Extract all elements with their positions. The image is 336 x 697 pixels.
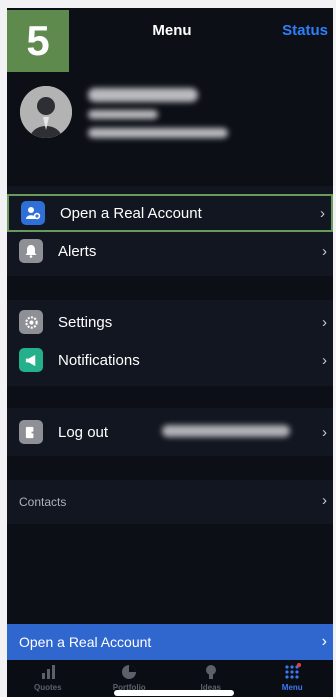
avatar[interactable]	[20, 86, 72, 138]
logout-icon	[19, 420, 43, 444]
tab-menu[interactable]: Menu	[252, 660, 334, 697]
bell-icon	[19, 239, 43, 263]
step-badge: 5	[7, 10, 69, 72]
bar-chart-icon	[41, 665, 55, 679]
person-silhouette-icon	[20, 86, 72, 138]
chevron-right-icon: ›	[322, 351, 327, 369]
chevron-right-icon: ›	[322, 492, 327, 509]
gear-icon	[19, 310, 43, 334]
logout-label: Log out	[58, 423, 109, 441]
settings-row[interactable]: Settings ›	[7, 303, 333, 341]
account-email-redacted	[162, 425, 290, 437]
chevron-right-icon: ›	[321, 633, 327, 650]
tab-quotes-label: Quotes	[33, 683, 62, 692]
open-real-account-banner[interactable]: Open a Real Account ›	[7, 624, 333, 660]
settings-label: Settings	[58, 313, 113, 331]
chevron-right-icon: ›	[322, 242, 327, 260]
chevron-right-icon: ›	[322, 313, 327, 331]
open-real-account-label: Open a Real Account	[60, 204, 202, 222]
alerts-label: Alerts	[58, 242, 97, 260]
logout-row[interactable]: Log out ›	[7, 413, 333, 451]
chevron-right-icon: ›	[320, 204, 325, 222]
contacts-label[interactable]: Contacts	[19, 495, 66, 509]
status-link[interactable]: Status	[282, 22, 328, 39]
grid-icon	[285, 663, 302, 679]
alerts-row[interactable]: Alerts ›	[7, 232, 333, 270]
tab-quotes[interactable]: Quotes	[7, 660, 89, 697]
home-indicator	[114, 690, 234, 696]
pie-chart-icon	[122, 665, 137, 679]
notifications-label: Notifications	[58, 351, 140, 369]
tab-menu-label: Menu	[281, 683, 303, 692]
notifications-row[interactable]: Notifications ›	[7, 341, 333, 379]
banner-label: Open a Real Account	[19, 634, 152, 650]
megaphone-icon	[19, 348, 43, 372]
page-title: Menu	[152, 22, 192, 39]
add-user-icon	[21, 201, 45, 225]
lightbulb-icon	[205, 665, 216, 679]
open-real-account-row[interactable]: Open a Real Account ›	[7, 194, 333, 232]
chevron-right-icon: ›	[322, 423, 327, 441]
